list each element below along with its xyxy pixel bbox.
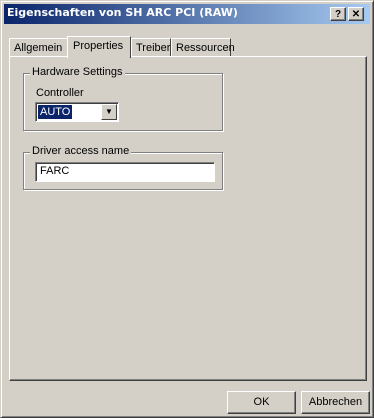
tab-properties[interactable]: Properties: [67, 36, 131, 58]
dropdown-button[interactable]: ▼: [101, 104, 117, 120]
driver-access-name-field[interactable]: FARC: [35, 162, 215, 182]
ok-button[interactable]: OK: [227, 391, 296, 414]
tab-allgemein[interactable]: Allgemein: [9, 38, 69, 56]
question-mark-icon: ?: [334, 9, 342, 20]
cancel-button[interactable]: Abbrechen: [301, 391, 370, 414]
window-title: Eigenschaften von SH ARC PCI (RAW): [7, 6, 238, 19]
close-icon: ✕: [351, 9, 361, 20]
chevron-down-icon: ▼: [105, 107, 113, 116]
driver-access-legend: Driver access name: [30, 145, 132, 157]
tab-label: Properties: [73, 40, 124, 52]
controller-label: Controller: [36, 87, 84, 99]
help-button[interactable]: ?: [330, 7, 346, 21]
controller-selected-value: AUTO: [38, 105, 73, 119]
title-bar[interactable]: Eigenschaften von SH ARC PCI (RAW) ? ✕: [4, 4, 370, 24]
tab-ressourcen[interactable]: Ressourcen: [171, 38, 235, 56]
tab-label: Ressourcen: [176, 42, 235, 54]
close-button[interactable]: ✕: [348, 7, 364, 21]
controller-select[interactable]: AUTO ▼: [35, 102, 119, 122]
tab-label: Allgemein: [14, 42, 63, 54]
tab-label: Treiber: [136, 42, 171, 54]
hardware-settings-legend: Hardware Settings: [30, 66, 125, 78]
properties-dialog: Eigenschaften von SH ARC PCI (RAW) ? ✕ A…: [0, 0, 374, 418]
tab-treiber[interactable]: Treiber: [131, 38, 171, 56]
